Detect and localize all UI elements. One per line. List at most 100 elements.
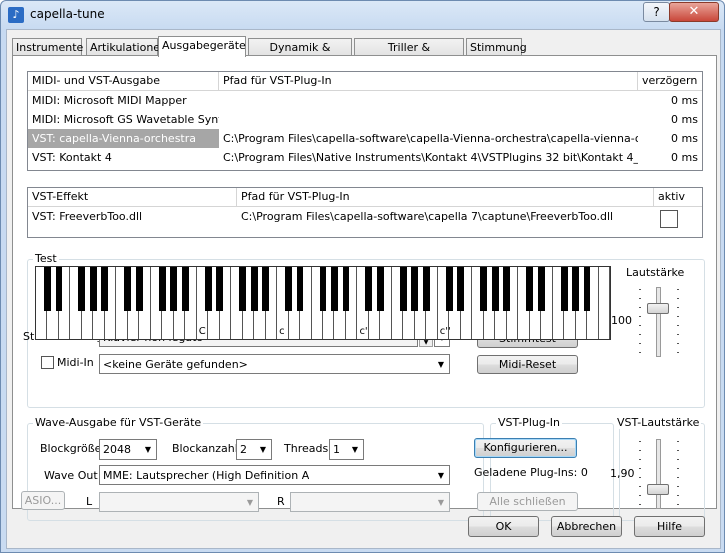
column-header-delay[interactable]: verzögern — [638, 72, 702, 90]
vst-effect-row[interactable]: VST: FreeverbToo.dll C:\Program Files\ca… — [28, 207, 702, 228]
slider-tick — [677, 504, 679, 505]
black-key[interactable] — [296, 267, 304, 311]
tab-instrumente[interactable]: Instrumente — [12, 38, 83, 55]
black-key[interactable] — [445, 267, 453, 311]
black-key[interactable] — [422, 267, 430, 311]
black-key[interactable] — [44, 267, 51, 311]
left-channel-select[interactable]: ▼ — [99, 492, 259, 512]
black-key[interactable] — [101, 267, 109, 311]
volume-value: 100 — [611, 314, 632, 327]
tab-dynamik-rhythmik[interactable]: Dynamik & Rhythmik — [248, 38, 352, 71]
dialog-window: ♪ capella-tune ? ✕ Instrumente Artikulati… — [0, 0, 725, 553]
output-name: VST: capella-Vienna-orchestra — [28, 129, 219, 148]
black-key[interactable] — [89, 267, 97, 311]
midi-output-row[interactable]: VST: Kontakt 4 C:\Program Files\Native In… — [28, 148, 702, 167]
close-button[interactable]: ✕ — [669, 2, 719, 22]
output-name: VST: Kontakt 4 — [32, 151, 112, 164]
black-key[interactable] — [365, 267, 373, 311]
slider-tick — [677, 486, 679, 487]
black-key[interactable] — [331, 267, 338, 311]
midi-in-device-select[interactable]: <keine Geräte gefunden> ▼ — [99, 354, 450, 374]
black-key[interactable] — [135, 267, 143, 311]
midi-in-checkbox[interactable] — [41, 356, 54, 369]
cancel-button[interactable]: Abbrechen — [551, 516, 622, 537]
black-key[interactable] — [181, 267, 189, 311]
black-key[interactable] — [319, 267, 327, 311]
threads-select[interactable]: 1 ▼ — [329, 439, 364, 460]
black-key[interactable] — [239, 267, 247, 311]
black-key[interactable] — [560, 267, 568, 311]
black-key[interactable] — [342, 267, 350, 311]
black-key[interactable] — [480, 267, 488, 311]
column-header-path[interactable]: Pfad für VST-Plug-In — [219, 72, 638, 90]
slider-tick — [639, 450, 641, 451]
help-title-button[interactable]: ? — [643, 2, 670, 22]
chevron-down-icon: ▼ — [144, 445, 152, 454]
black-key[interactable] — [399, 267, 407, 311]
black-key[interactable] — [503, 267, 511, 311]
vst-volume-slider-thumb[interactable] — [647, 484, 669, 495]
title-bar[interactable]: ♪ capella-tune ? ✕ — [1, 1, 724, 29]
column-header-vst-path[interactable]: Pfad für VST-Plug-In — [237, 188, 654, 206]
black-key[interactable] — [78, 267, 86, 311]
column-header-active[interactable]: aktiv — [654, 188, 702, 206]
black-key[interactable] — [537, 267, 545, 311]
tab-ausgabeger-te[interactable]: Ausgabegeräte — [158, 36, 246, 57]
block-size-select[interactable]: 2048 ▼ — [99, 439, 157, 460]
wave-out-select[interactable]: MME: Lautsprecher (High Definition A ▼ — [99, 465, 450, 485]
block-size-value: 2048 — [103, 443, 131, 456]
white-key[interactable] — [599, 267, 610, 339]
black-key[interactable] — [55, 267, 63, 311]
close-all-button[interactable]: Alle schließen — [477, 492, 578, 511]
midi-reset-button[interactable]: Midi-Reset — [477, 355, 578, 374]
midi-output-row[interactable]: VST: capella-Vienna-orchestra C:\Program … — [28, 129, 702, 148]
volume-slider-thumb[interactable] — [647, 303, 669, 314]
asio-button[interactable]: ASIO... — [21, 491, 65, 510]
black-key[interactable] — [572, 267, 579, 311]
slider-tick — [639, 495, 641, 496]
chevron-down-icon: ▼ — [437, 471, 445, 480]
vst-effect-name: VST: FreeverbToo.dll — [32, 210, 143, 223]
midi-output-row[interactable]: MIDI: Microsoft MIDI Mapper 0 ms — [28, 91, 702, 110]
tab-stimmung[interactable]: Stimmung — [466, 38, 527, 55]
black-key[interactable] — [262, 267, 270, 311]
vst-volume-slider-track[interactable] — [656, 439, 661, 509]
octave-label: c'' — [439, 326, 451, 337]
output-path — [219, 110, 638, 129]
black-key[interactable] — [158, 267, 166, 311]
tab-artikulationen[interactable]: Artikulationen — [86, 38, 167, 55]
ok-button[interactable]: OK — [468, 516, 539, 537]
black-key[interactable] — [170, 267, 178, 311]
vst-effect-list[interactable]: VST-Effekt Pfad für VST-Plug-In aktiv VS… — [27, 187, 703, 238]
black-key[interactable] — [285, 267, 292, 311]
black-key[interactable] — [124, 267, 132, 311]
black-key[interactable] — [411, 267, 419, 311]
piano-keyboard[interactable]: Cc c' c'' — [35, 266, 611, 340]
right-channel-select[interactable]: ▼ — [290, 492, 450, 512]
black-key[interactable] — [376, 267, 384, 311]
black-key[interactable] — [526, 267, 534, 311]
black-key[interactable] — [491, 267, 499, 311]
slider-tick — [639, 316, 641, 317]
loaded-plugins-text: Geladene Plug-Ins: 0 — [474, 466, 588, 479]
configure-button[interactable]: Konfigurieren... — [474, 438, 577, 458]
black-key[interactable] — [583, 267, 591, 311]
help-button[interactable]: Hilfe — [634, 516, 705, 537]
slider-tick — [677, 459, 679, 460]
tab-triller-verzierungen[interactable]: Triller & Verzierungen — [354, 38, 464, 71]
column-header-output[interactable]: MIDI- und VST-Ausgabe — [28, 72, 219, 90]
vst-effect-active-checkbox[interactable] — [660, 210, 678, 228]
black-key[interactable] — [204, 267, 212, 311]
midi-output-row[interactable]: MIDI: Microsoft GS Wavetable Synth 0 ms — [28, 110, 702, 129]
column-header-vst-effect[interactable]: VST-Effekt — [28, 188, 237, 206]
volume-slider-track[interactable] — [656, 287, 661, 357]
slider-tick — [677, 495, 679, 496]
black-key[interactable] — [457, 267, 465, 311]
black-key[interactable] — [216, 267, 224, 311]
black-key[interactable] — [250, 267, 258, 311]
slider-tick — [677, 441, 679, 442]
midi-vst-output-list[interactable]: MIDI- und VST-Ausgabe Pfad für VST-Plug-… — [27, 71, 703, 171]
slider-tick — [639, 468, 641, 469]
block-count-select[interactable]: 2 ▼ — [236, 439, 272, 460]
output-delay: 0 ms — [671, 151, 698, 164]
